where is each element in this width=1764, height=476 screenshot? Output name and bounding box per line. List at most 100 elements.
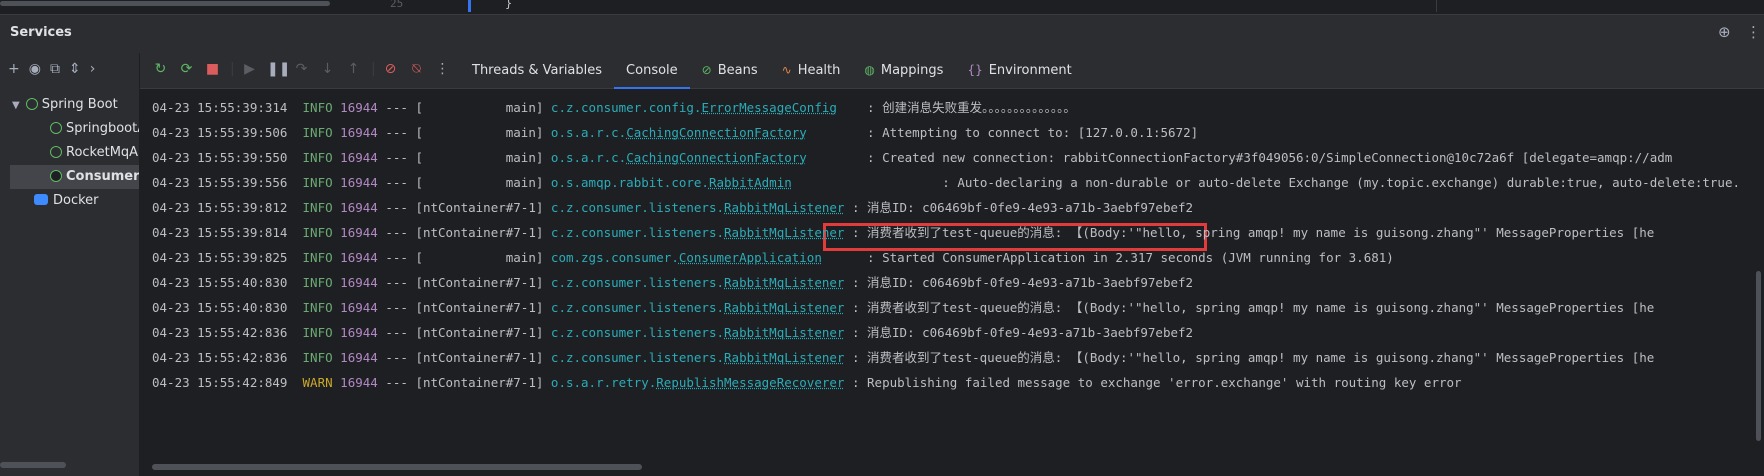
- mute-breakpoints-icon[interactable]: ⍉: [408, 61, 425, 77]
- tree-item-spring-boot[interactable]: ▼ Spring Boot: [12, 93, 118, 117]
- health-icon: ∿: [781, 63, 792, 77]
- log-thread: [ntContainer#7-1]: [415, 350, 544, 365]
- resume-icon[interactable]: ▶: [241, 61, 258, 77]
- log-timestamp: 04-23 15:55:39:556: [152, 175, 288, 190]
- log-logger-class[interactable]: CachingConnectionFactory: [626, 125, 807, 140]
- add-icon[interactable]: +: [8, 61, 20, 81]
- rerun-icon[interactable]: ↻: [152, 61, 169, 77]
- log-separator: ---: [385, 225, 408, 240]
- log-separator: ---: [385, 275, 408, 290]
- log-logger-class[interactable]: RepublishMessageRecoverer: [656, 375, 844, 390]
- separator: |: [230, 61, 235, 77]
- log-logger-class[interactable]: RabbitAdmin: [709, 175, 792, 190]
- log-logger-class[interactable]: RabbitMqListener: [724, 300, 844, 315]
- console-vscrollbar[interactable]: [1756, 271, 1761, 441]
- log-thread: [ntContainer#7-1]: [415, 375, 544, 390]
- log-padding: [792, 175, 943, 190]
- eye-icon[interactable]: ◉: [29, 61, 41, 81]
- log-logger-class[interactable]: RabbitMqListener: [724, 350, 844, 365]
- tab-mappings[interactable]: ◍ Mappings: [852, 53, 955, 88]
- tab-label: Mappings: [880, 63, 944, 78]
- chevron-down-icon[interactable]: ▼: [12, 100, 20, 111]
- log-separator: ---: [385, 125, 408, 140]
- log-message: : Created new connection: rabbitConnecti…: [867, 150, 1673, 165]
- debug-tabs: Threads & Variables Console ⊘ Beans ∿ Heal…: [460, 53, 1084, 89]
- rerun-failed-icon[interactable]: ⟳: [178, 61, 195, 77]
- mappings-icon: ◍: [864, 63, 875, 77]
- separator: |: [371, 61, 376, 77]
- new-tab-icon[interactable]: ⧉: [50, 61, 60, 81]
- log-thread: [ntContainer#7-1]: [415, 275, 544, 290]
- log-timestamp: 04-23 15:55:39:314: [152, 100, 288, 115]
- log-logger-class[interactable]: RabbitMqListener: [724, 325, 844, 340]
- tab-console[interactable]: Console: [614, 53, 690, 89]
- log-logger-package: c.z.consumer.listeners.: [550, 225, 725, 240]
- log-timestamp: 04-23 15:55:39:506: [152, 125, 288, 140]
- log-timestamp: 04-23 15:55:42:849: [152, 375, 288, 390]
- log-separator: ---: [385, 250, 408, 265]
- log-logger-package: o.s.a.r.c.: [550, 125, 627, 140]
- log-separator: ---: [385, 100, 408, 115]
- tree-item-rocketmq-app[interactable]: RocketMqApplication: [50, 141, 139, 165]
- log-separator: ---: [385, 325, 408, 340]
- tree-item-springboot-app[interactable]: SpringbootApplication: [50, 117, 139, 141]
- more-icon[interactable]: ⋮: [434, 61, 451, 77]
- tab-beans[interactable]: ⊘ Beans: [690, 53, 770, 88]
- log-message: : 消费者收到了test-queue的消息: 【(Body:'"hello, s…: [851, 225, 1655, 240]
- more-icon[interactable]: ›: [90, 61, 96, 81]
- spring-icon: [50, 146, 62, 158]
- expand-icon[interactable]: ⇕: [69, 61, 81, 81]
- log-logger-class[interactable]: ConsumerApplication: [679, 250, 822, 265]
- services-header: Services ⊕ ⋮: [0, 14, 1764, 54]
- console-output[interactable]: 04-23 15:55:39:314 INFO 16944 --- [ main…: [140, 89, 1764, 459]
- log-logger-class[interactable]: RabbitMqListener: [724, 200, 844, 215]
- log-pid: 16944: [340, 250, 378, 265]
- log-level: INFO: [302, 125, 333, 140]
- crosshair-icon[interactable]: ⊕: [1718, 23, 1731, 41]
- step-into-icon[interactable]: ↓: [319, 61, 336, 77]
- tree-item-label: RocketMqApplication: [66, 145, 139, 160]
- panel-title: Services: [10, 25, 72, 40]
- log-padding: [844, 350, 852, 365]
- log-pid: 16944: [340, 350, 378, 365]
- log-logger-package: o.s.amqp.rabbit.core.: [550, 175, 709, 190]
- step-out-icon[interactable]: ↑: [345, 61, 362, 77]
- log-pid: 16944: [340, 225, 378, 240]
- console-hscrollbar[interactable]: [152, 464, 642, 470]
- run-actions: ↻ ⟳ ■ | ▶ ❚❚ ↷ ↓ ↑ | ⊘ ⍉ ⋮: [152, 61, 451, 77]
- tree-hscrollbar[interactable]: [0, 462, 66, 468]
- log-logger-class[interactable]: RabbitMqListener: [724, 225, 844, 240]
- tree-toolbar: + ◉ ⧉ ⇕ ›: [8, 61, 95, 81]
- tree-item-docker[interactable]: Docker: [34, 189, 99, 213]
- editor-hscrollbar[interactable]: [0, 1, 330, 6]
- more-vertical-icon[interactable]: ⋮: [1746, 23, 1761, 41]
- log-level: INFO: [302, 350, 333, 365]
- log-padding: [844, 375, 852, 390]
- log-logger-class[interactable]: CachingConnectionFactory: [626, 150, 807, 165]
- view-breakpoints-icon[interactable]: ⊘: [382, 61, 399, 77]
- tree-item-consumer-app[interactable]: ConsumerApplication: [10, 165, 139, 189]
- tab-environment[interactable]: {} Environment: [955, 53, 1083, 88]
- log-timestamp: 04-23 15:55:39:550: [152, 150, 288, 165]
- caret-bar: [468, 0, 471, 12]
- log-pid: 16944: [340, 300, 378, 315]
- log-logger-class[interactable]: ErrorMessageConfig: [701, 100, 836, 115]
- log-pid: 16944: [340, 125, 378, 140]
- log-level: INFO: [302, 200, 333, 215]
- pause-icon[interactable]: ❚❚: [267, 61, 290, 77]
- tree-item-label: Spring Boot: [41, 97, 118, 112]
- log-logger-class[interactable]: RabbitMqListener: [724, 275, 844, 290]
- tab-health[interactable]: ∿ Health: [770, 53, 853, 88]
- tab-threads-variables[interactable]: Threads & Variables: [460, 53, 614, 88]
- step-over-icon[interactable]: ↷: [293, 61, 310, 77]
- log-level: WARN: [302, 375, 333, 390]
- log-separator: ---: [385, 150, 408, 165]
- stop-icon[interactable]: ■: [204, 61, 221, 77]
